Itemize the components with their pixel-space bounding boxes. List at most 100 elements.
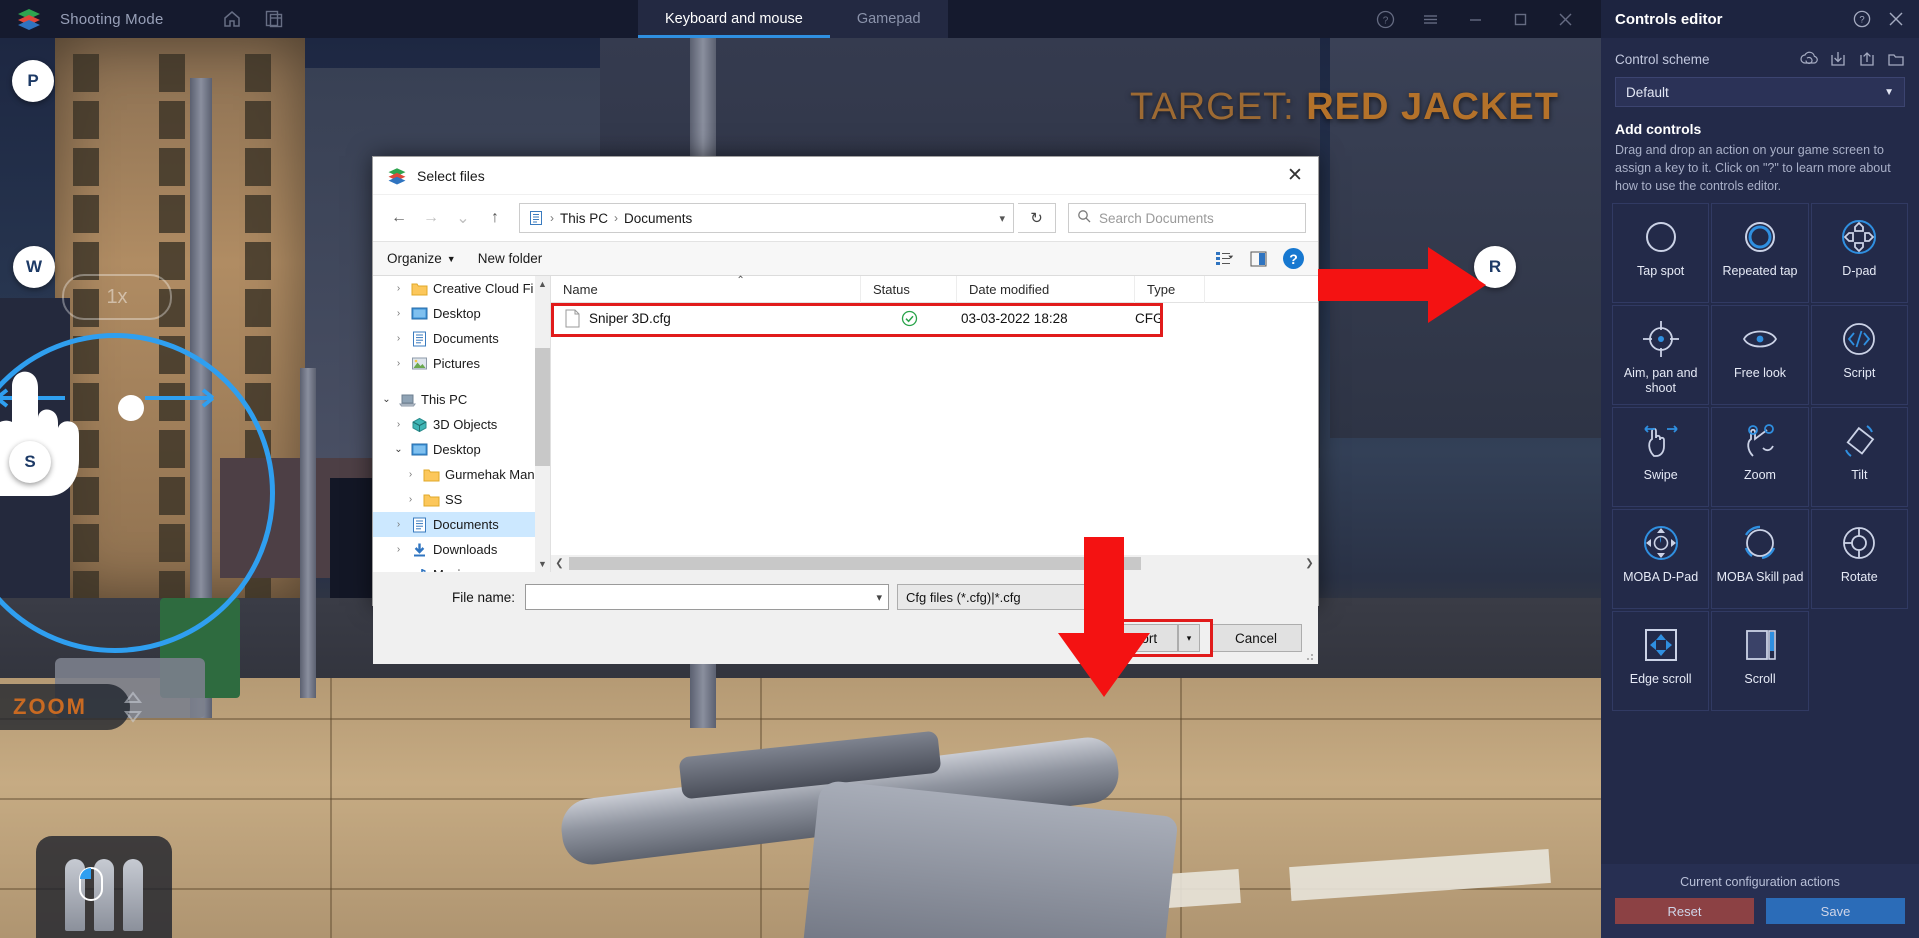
column-header-name[interactable]: Name ⌃ [551,275,861,303]
tree-item-downloads[interactable]: › Downloads [373,537,550,562]
tree-item-documents[interactable]: › Documents [373,326,550,351]
select-files-dialog[interactable]: Select files ✕ ← → ⌄ ↑ › This PC › Docum… [372,156,1319,664]
tree-item-pictures[interactable]: › Pictures [373,351,550,376]
control-tile-tilt[interactable]: Tilt [1810,407,1908,508]
scrollbar-thumb[interactable] [535,348,550,466]
cancel-button[interactable]: Cancel [1210,624,1302,652]
tree-item-gurmehak-man[interactable]: › Gurmehak Man [373,462,550,487]
tree-item-this-pc[interactable]: ⌄ This PC [373,387,550,412]
tree-item-creative-cloud-fi[interactable]: › Creative Cloud Fi [373,276,550,301]
minimize-icon[interactable] [1466,10,1485,29]
control-scheme-select[interactable]: Default ▼ [1615,77,1905,107]
resize-grip-icon[interactable] [1303,649,1315,661]
home-icon[interactable] [222,9,242,29]
tree-item-documents[interactable]: › Documents [373,512,550,537]
chevron-down-icon[interactable]: ▾ [876,591,882,604]
file-name-input[interactable]: ▾ [525,584,889,610]
scroll-up-icon[interactable]: ▲ [535,276,550,292]
chevron-down-icon[interactable]: ▾ [999,212,1005,225]
control-tile-moba-skill-pad[interactable]: MOBA Skill pad [1711,509,1809,610]
control-tile-aim-pan-and-shoot[interactable]: Aim, pan and shoot [1612,305,1710,406]
save-button[interactable]: Save [1766,898,1905,924]
import-icon[interactable] [1829,50,1847,68]
help-icon[interactable]: ? [1283,248,1304,269]
chevron-right-icon[interactable]: › [391,519,406,530]
recent-locations-button[interactable]: ⌄ [449,204,477,232]
table-row[interactable]: Sniper 3D.cfg 03-03-2022 18:28 CFG [551,303,1318,333]
column-header-type[interactable]: Type [1135,275,1205,303]
tree-item-3d-objects[interactable]: › 3D Objects [373,412,550,437]
scrollbar-thumb[interactable] [569,557,1141,570]
control-tile-edge-scroll[interactable]: Edge scroll [1612,611,1710,712]
control-tile-swipe[interactable]: Swipe [1612,407,1710,508]
chevron-down-icon[interactable]: ⌄ [379,394,394,405]
key-overlay-s[interactable]: S [9,441,51,483]
reset-button[interactable]: Reset [1615,898,1754,924]
chevron-right-icon[interactable]: › [391,419,406,430]
navigation-tree[interactable]: › Creative Cloud Fi › Desktop › Documents › Pic… [373,276,551,572]
control-tile-d-pad[interactable]: D-pad [1810,203,1908,304]
export-icon[interactable] [1858,50,1876,68]
control-tile-moba-d-pad[interactable]: MOBA D-Pad [1612,509,1710,610]
maximize-icon[interactable] [1511,10,1530,29]
import-dropdown-button[interactable]: ▾ [1178,624,1200,652]
chevron-right-icon[interactable]: › [391,308,406,319]
tab-gamepad[interactable]: Gamepad [830,0,948,38]
menu-icon[interactable] [1421,10,1440,29]
scroll-right-icon[interactable]: ❯ [1301,555,1318,572]
key-overlay-p[interactable]: P [12,60,54,102]
zoom-stepper-icon[interactable] [122,690,144,724]
close-icon[interactable]: ✕ [1272,157,1318,195]
horizontal-scrollbar[interactable]: ❮ ❯ [551,555,1318,572]
search-input[interactable]: Search Documents [1068,203,1306,233]
control-tile-scroll[interactable]: Scroll [1711,611,1809,712]
refresh-button[interactable]: ↻ [1018,203,1056,233]
scroll-down-icon[interactable]: ▼ [535,556,550,572]
breadcrumb-item-0[interactable]: This PC [560,211,608,226]
help-icon[interactable]: ? [1376,10,1395,29]
forward-button[interactable]: → [417,204,445,232]
control-tile-script[interactable]: Script [1810,305,1908,406]
control-tile-rotate[interactable]: Rotate [1810,509,1908,610]
tree-item-desktop[interactable]: ⌄ Desktop [373,437,550,462]
zoom-button[interactable]: ZOOM [0,684,130,730]
organize-button[interactable]: Organize ▼ [387,251,456,266]
control-tile-repeated-tap[interactable]: Repeated tap [1711,203,1809,304]
new-folder-button[interactable]: New folder [478,251,543,266]
chevron-right-icon[interactable]: › [391,358,406,369]
tree-scrollbar[interactable] [535,276,550,572]
control-tile-tap-spot[interactable]: Tap spot [1612,203,1710,304]
breadcrumb-item-1[interactable]: Documents [624,211,692,226]
chevron-right-icon[interactable]: › [391,333,406,344]
file-type-filter-value: Cfg files (*.cfg)|*.cfg [906,589,1021,605]
control-tile-free-look[interactable]: Free look [1711,305,1809,406]
preview-pane-icon[interactable] [1249,250,1269,268]
key-overlay-w[interactable]: W [13,246,55,288]
tree-item-music[interactable]: ›Music [373,562,550,572]
multi-instance-icon[interactable] [264,9,284,29]
folder-icon[interactable] [1887,50,1905,68]
control-tile-zoom[interactable]: Zoom [1711,407,1809,508]
back-button[interactable]: ← [385,204,413,232]
tab-keyboard-and-mouse[interactable]: Keyboard and mouse [638,0,830,38]
view-list-icon[interactable] [1215,250,1235,268]
chevron-right-icon[interactable]: › [391,283,406,294]
file-list-pane[interactable]: Name ⌃ Status Date modified Type Sniper 3D.c… [551,275,1318,572]
chevron-right-icon[interactable]: › [391,544,406,555]
chevron-down-icon[interactable]: ⌄ [391,444,406,455]
scroll-left-icon[interactable]: ❮ [551,555,568,572]
up-button[interactable]: ↑ [481,204,509,232]
chevron-down-icon[interactable]: ▼ [1884,87,1894,98]
tree-item-ss[interactable]: › SS [373,487,550,512]
cloud-restore-icon[interactable] [1800,50,1818,68]
tree-item-desktop[interactable]: › Desktop [373,301,550,326]
chevron-right-icon[interactable]: › [403,469,418,480]
breadcrumb[interactable]: › This PC › Documents ▾ [519,203,1014,233]
close-icon[interactable] [1556,10,1575,29]
chevron-right-icon[interactable]: › [403,494,418,505]
column-header-date-modified[interactable]: Date modified [957,275,1135,303]
input-mode-tabs[interactable]: Keyboard and mouse Gamepad [638,0,948,38]
help-icon[interactable]: ? [1853,10,1871,28]
column-header-status[interactable]: Status [861,275,957,303]
close-icon[interactable] [1887,10,1905,28]
